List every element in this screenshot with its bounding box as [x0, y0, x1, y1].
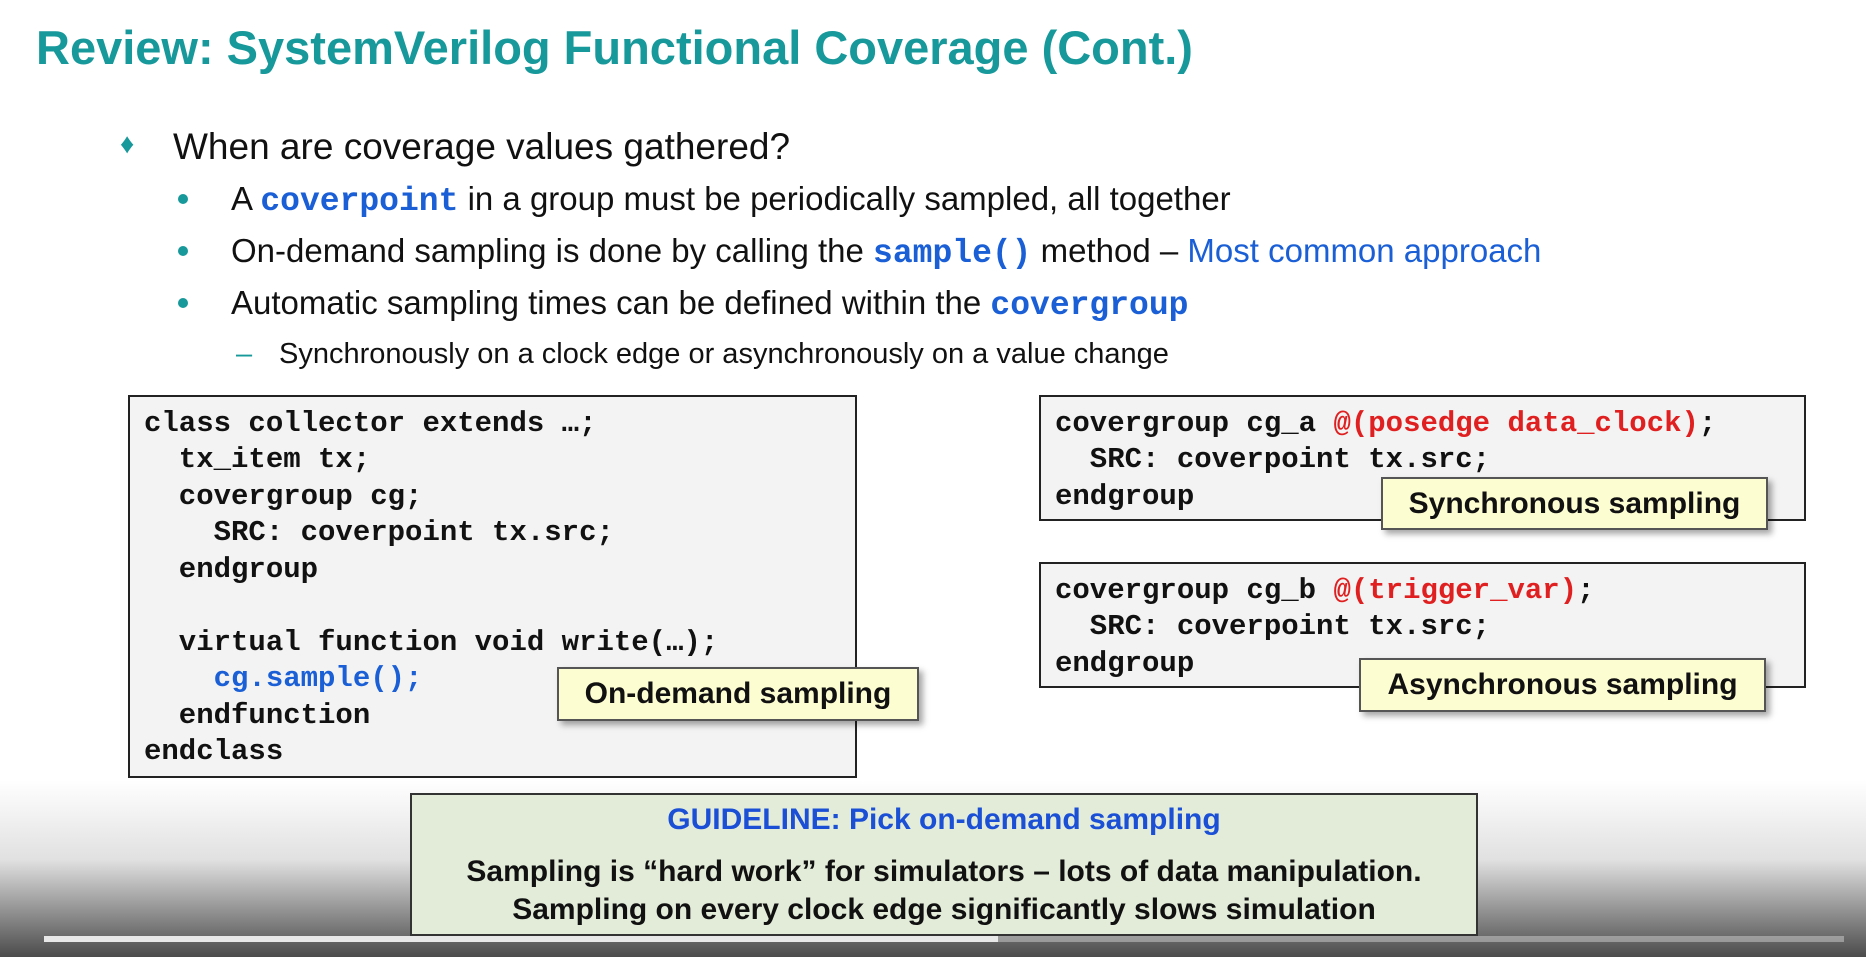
sub-sub-bullet-text: Synchronously on a clock edge or asynchr…: [279, 338, 1169, 370]
code-line: endclass: [144, 735, 284, 768]
code-line: SRC: coverpoint tx.src;: [144, 516, 614, 549]
sub3-pre: Automatic sampling times can be defined …: [231, 284, 991, 321]
guideline-heading: GUIDELINE: Pick on-demand sampling: [667, 803, 1221, 836]
code-line: covergroup cg_a @(posedge data_clock);: [1055, 407, 1716, 440]
code-text: covergroup cg_b: [1055, 574, 1334, 607]
code-line: SRC: coverpoint tx.src;: [1055, 443, 1491, 476]
video-progress-bar[interactable]: [44, 936, 1844, 942]
video-progress-fill: [44, 936, 998, 942]
code-line: endgroup: [144, 553, 319, 586]
code-text: ;: [1577, 574, 1595, 607]
keyword-sample: sample(): [873, 235, 1032, 272]
guideline-line-1: Sampling is “hard work” for simulators –…: [466, 855, 1422, 888]
code-line: tx_item tx;: [144, 443, 371, 476]
callout-on-demand: On-demand sampling: [557, 667, 919, 721]
code-line: covergroup cg;: [144, 480, 423, 513]
dot-bullet-icon: [178, 298, 188, 308]
code-text: covergroup cg_a: [1055, 407, 1334, 440]
main-bullet-text: When are coverage values gathered?: [173, 126, 791, 167]
guideline-line-2: Sampling on every clock edge significant…: [512, 893, 1376, 926]
code-line: endgroup: [1055, 480, 1195, 513]
code-line: virtual function void write(…);: [144, 626, 719, 659]
dash-bullet-icon: –: [236, 338, 253, 370]
most-common-approach-text: Most common approach: [1187, 232, 1542, 269]
callout-synchronous: Synchronous sampling: [1381, 477, 1768, 530]
code-line: endgroup: [1055, 647, 1195, 680]
dot-bullet-icon: [178, 246, 188, 256]
sub1-post: in a group must be periodically sampled,…: [458, 180, 1231, 217]
guideline-box: GUIDELINE: Pick on-demand sampling Sampl…: [410, 793, 1478, 936]
event-expression: @(trigger_var): [1333, 574, 1578, 607]
code-text: ;: [1698, 407, 1717, 440]
code-line: SRC: coverpoint tx.src;: [1055, 610, 1491, 643]
dot-bullet-icon: [178, 194, 188, 204]
sub2-pre: On-demand sampling is done by calling th…: [231, 232, 874, 269]
event-expression: @(posedge data_clock): [1333, 407, 1699, 440]
keyword-coverpoint: coverpoint: [260, 183, 459, 220]
keyword-covergroup: covergroup: [990, 287, 1189, 324]
sub1-pre: A: [231, 180, 261, 217]
slide-title: Review: SystemVerilog Functional Coverag…: [36, 21, 1193, 74]
code-line: class collector extends …;: [144, 407, 597, 440]
callout-asynchronous: Asynchronous sampling: [1359, 658, 1766, 712]
code-line: endfunction: [144, 699, 371, 732]
sub2-mid: method –: [1031, 232, 1188, 269]
diamond-bullet-icon: ♦: [120, 128, 135, 159]
code-line: covergroup cg_b @(trigger_var);: [1055, 574, 1595, 607]
code-line-sample-call: cg.sample();: [144, 662, 423, 695]
